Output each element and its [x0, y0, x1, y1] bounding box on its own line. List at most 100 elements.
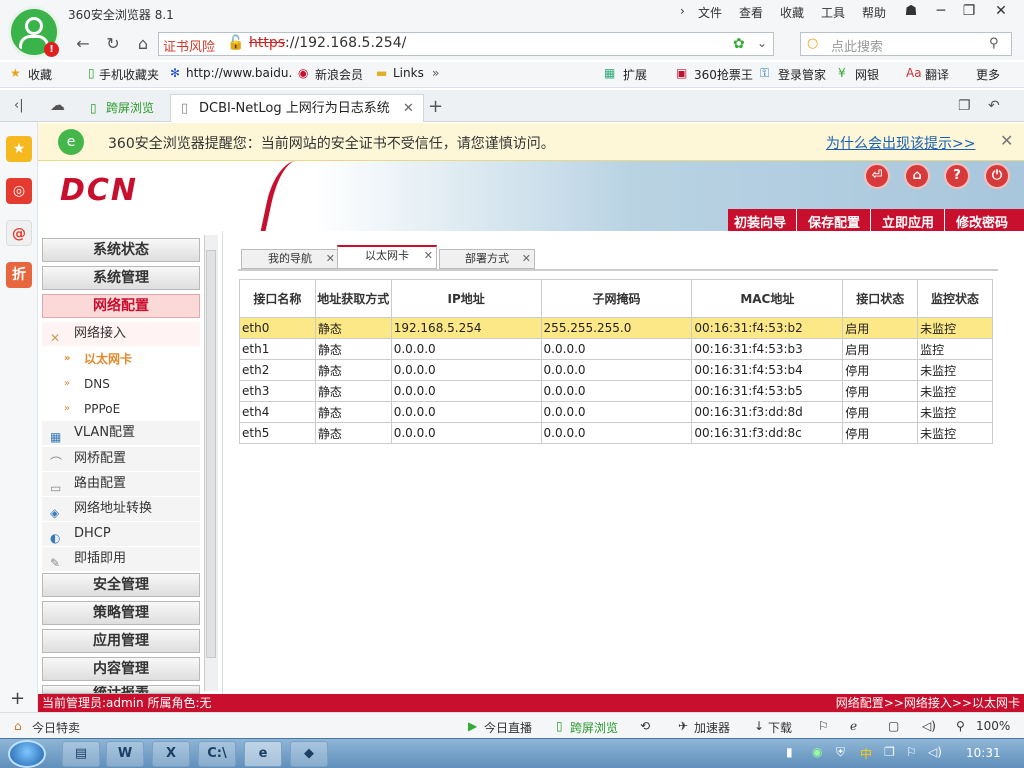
search-icon[interactable]: ⚲ [989, 36, 999, 51]
window-icon[interactable]: ❐ [958, 98, 971, 114]
status-download[interactable]: 下载 [768, 719, 792, 736]
zoom-level[interactable]: 100% [976, 719, 1010, 733]
menu-application[interactable]: 应用管理 [42, 629, 200, 653]
menu-network-config[interactable]: 网络配置 [42, 294, 200, 318]
chevron-right-icon[interactable]: › [680, 4, 685, 18]
bookmark-extend[interactable]: 扩展 [623, 66, 647, 83]
tab-deploy[interactable]: 部署方式 ✕ [439, 249, 535, 269]
bookmark-links[interactable]: Links [393, 66, 424, 80]
add-icon[interactable]: + [10, 688, 25, 709]
table-row[interactable]: eth1 静态 0.0.0.0 0.0.0.0 00:16:31:f4:53:b3 启用监… [239, 338, 993, 360]
menu-help[interactable]: 帮助 [862, 4, 886, 21]
bookmark-bank[interactable]: 网银 [855, 66, 879, 83]
excel-icon[interactable]: X [152, 741, 190, 767]
refresh-icon[interactable]: ↻ [102, 33, 124, 55]
start-button[interactable] [8, 740, 46, 768]
tab-ethernet[interactable]: 以太网卡 ✕ [337, 245, 437, 269]
bookmark-baidu[interactable]: http://www.baidu. [186, 66, 292, 80]
menu-pppoe[interactable]: » PPPoE [42, 397, 200, 421]
bookmark-login[interactable]: 登录管家 [778, 66, 826, 83]
bookmark-more[interactable]: 更多 [976, 66, 1000, 83]
status-accelerator[interactable]: 加速器 [694, 719, 730, 736]
menu-statistics[interactable]: 统计报表 [42, 685, 200, 694]
menu-favorites[interactable]: 收藏 [780, 4, 804, 21]
table-row[interactable]: eth2 静态 0.0.0.0 0.0.0.0 00:16:31:f4:53:b4 停用未… [239, 359, 993, 381]
history-icon[interactable]: ⟲ [640, 719, 650, 733]
favorites-star-icon[interactable]: ★ [6, 136, 32, 162]
tray-flag-icon[interactable]: ⚐ [906, 745, 917, 759]
tab-close-icon[interactable]: ✕ [522, 250, 531, 268]
menu-system-management[interactable]: 系统管理 [42, 266, 200, 290]
tray-shield-icon[interactable]: ⛨ [836, 745, 845, 760]
today-deals-link[interactable]: 今日特卖 [32, 719, 80, 736]
menu-security[interactable]: 安全管理 [42, 573, 200, 597]
menu-dns[interactable]: » DNS [42, 372, 200, 396]
tray-360-icon[interactable]: ◉ [812, 745, 822, 759]
home-icon[interactable]: ⌂ [904, 163, 930, 189]
menu-nat[interactable]: ◈ 网络地址转换 [42, 497, 200, 521]
menu-ethernet[interactable]: » 以太网卡 [42, 347, 200, 371]
mail-icon[interactable]: @ [6, 220, 32, 246]
menu-scroll-thumb[interactable] [206, 250, 216, 658]
menu-policy[interactable]: 策略管理 [42, 601, 200, 625]
menu-plug-and-play[interactable]: ✎ 即插即用 [42, 547, 200, 571]
status-cross-screen[interactable]: 跨屏浏览 [570, 719, 618, 736]
undo-icon[interactable]: ↶ [988, 98, 1000, 114]
minimize-button[interactable]: ─ [928, 0, 954, 22]
speed-icon[interactable]: ✿ [733, 36, 745, 52]
menu-system-status[interactable]: 系统状态 [42, 238, 200, 262]
menu-dhcp[interactable]: ◐ DHCP [42, 522, 200, 546]
menu-network-access[interactable]: ✕ 网络接入 [42, 322, 200, 346]
table-row[interactable]: eth5 静态 0.0.0.0 0.0.0.0 00:16:31:f3:dd:8c 停用未… [239, 422, 993, 444]
skin-icon[interactable]: ☗ [898, 0, 924, 22]
change-password-link[interactable]: 修改密码 [956, 212, 1008, 231]
menu-bridge[interactable]: ⌒ 网桥配置 [42, 447, 200, 471]
search-box[interactable]: ○ 点此搜索 ⚲ [800, 32, 1012, 56]
search-engine-icon[interactable]: ○ [807, 36, 818, 51]
url-text[interactable]: https://192.168.5.254/ [249, 35, 406, 51]
save-config-link[interactable]: 保存配置 [808, 212, 860, 231]
menu-routing[interactable]: ▭ 路由配置 [42, 472, 200, 496]
chevron-down-icon[interactable]: ⌄ [757, 36, 767, 50]
cmd-icon[interactable]: C:\ [198, 741, 236, 767]
bookmark-sina[interactable]: 新浪会员 [315, 66, 363, 83]
maximize-button[interactable]: ❐ [956, 0, 982, 22]
tray-network-icon[interactable]: ▮ [786, 745, 793, 759]
new-tab-icon[interactable]: + [428, 96, 443, 117]
sound-icon[interactable]: ◁) [922, 719, 936, 733]
cert-warning-badge[interactable]: 证书风险 [163, 36, 215, 55]
weibo-icon[interactable]: ◎ [6, 178, 32, 204]
help-icon[interactable]: ? [944, 163, 970, 189]
ie-icon[interactable]: ℯ [850, 719, 857, 733]
apply-now-link[interactable]: 立即应用 [882, 212, 934, 231]
table-row[interactable]: eth0 静态 192.168.5.254 255.255.255.0 00:16:31… [239, 317, 993, 339]
close-icon[interactable]: ✕ [1000, 131, 1013, 150]
browser-logo-icon[interactable]: ! [8, 6, 60, 58]
explorer-icon[interactable]: ▤ [62, 741, 100, 767]
collapse-sidebar-icon[interactable]: ‹| [14, 98, 24, 113]
menu-file[interactable]: 文件 [698, 4, 722, 21]
tray-ime-icon[interactable]: 中 [860, 745, 872, 762]
table-row[interactable]: eth3 静态 0.0.0.0 0.0.0.0 00:16:31:f4:53:b5 停用未… [239, 380, 993, 402]
discount-icon[interactable]: 折 [6, 262, 32, 288]
app-icon[interactable]: ◆ [290, 741, 328, 767]
tab-close-icon[interactable]: ✕ [424, 247, 433, 265]
window-icon[interactable]: ▢ [888, 719, 899, 733]
word-icon[interactable]: W [106, 741, 144, 767]
tab-close-icon[interactable]: ✕ [403, 95, 414, 122]
menu-content[interactable]: 内容管理 [42, 657, 200, 681]
setup-wizard-link[interactable]: 初装向导 [734, 212, 786, 231]
menu-vlan[interactable]: ▦ VLAN配置 [42, 421, 200, 445]
home-icon[interactable]: ⌂ [132, 33, 154, 55]
status-live[interactable]: 今日直播 [484, 719, 532, 736]
tab-cross-screen[interactable]: ▯ 跨屏浏览 [84, 96, 160, 120]
address-bar[interactable]: 证书风险 🔓 https://192.168.5.254/ ✿ ⌄ [158, 32, 774, 56]
security-help-link[interactable]: 为什么会出现该提示>> [826, 133, 975, 153]
tray-volume-icon[interactable]: ◁) [928, 745, 942, 759]
close-button[interactable]: ✕ [988, 0, 1014, 22]
flag-icon[interactable]: ⚐ [818, 719, 829, 733]
cloud-icon[interactable]: ☁ [50, 96, 65, 114]
more-chevron-icon[interactable]: » [432, 66, 439, 80]
tab-active-netlog[interactable]: ▯ DCBI-NetLog 上网行为日志系统 ✕ [170, 94, 424, 122]
bookmark-translate[interactable]: 翻译 [925, 66, 949, 83]
